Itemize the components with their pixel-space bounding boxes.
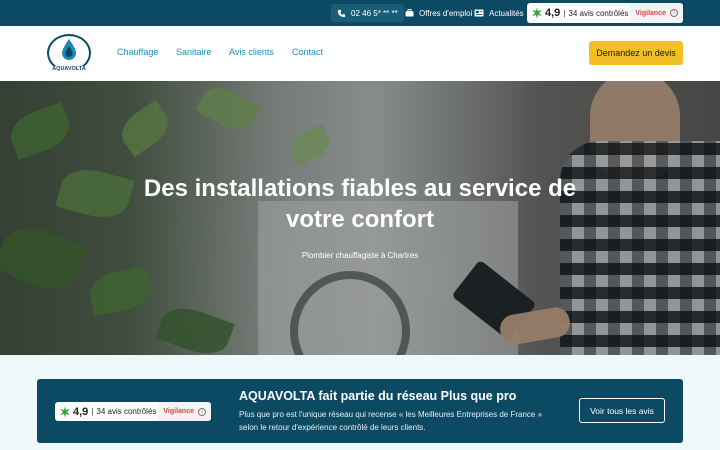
- banner-rating-score: 4,9: [73, 405, 89, 418]
- drop-icon: [62, 39, 76, 60]
- logo-text: AQUAVOLTA: [45, 66, 93, 72]
- site-header: AQUAVOLTA Chauffage Sanitaire Avis clien…: [0, 26, 720, 81]
- vigilance-label: Vigilance: [635, 9, 666, 17]
- phone-link[interactable]: 02 46 5* ** **: [331, 4, 404, 22]
- phone-number: 02 46 5* ** **: [351, 8, 398, 18]
- vigilance-tag: Vigilance i: [630, 3, 683, 23]
- hero-section: Des installations fiables au service de …: [0, 81, 720, 355]
- hero-title: Des installations fiables au service de …: [110, 173, 610, 235]
- banner-vigilance-label: Vigilance: [163, 408, 194, 415]
- network-title: AQUAVOLTA fait partie du réseau Plus que…: [239, 389, 517, 403]
- banner-rating-count: 34 avis contrôlés: [96, 407, 157, 416]
- briefcase-icon: [405, 9, 414, 17]
- info-icon: i: [198, 407, 206, 416]
- nav-item-avis-clients[interactable]: Avis clients: [229, 47, 274, 57]
- jobs-link[interactable]: Offres d'emploi: [405, 4, 472, 22]
- rating-score: 4,9: [545, 7, 561, 19]
- banner-rating-separator: |: [91, 407, 94, 416]
- rating-widget[interactable]: 4,9 | 34 avis contrôlés Vigilance i: [527, 3, 683, 23]
- news-label: Actualités: [489, 8, 524, 18]
- rating-separator: |: [563, 8, 566, 18]
- info-icon: i: [670, 9, 678, 17]
- see-reviews-button[interactable]: Voir tous les avis: [579, 398, 665, 423]
- newspaper-icon: [474, 9, 484, 17]
- hero-title-line1: Des installations fiables au service de: [143, 175, 577, 202]
- top-bar: 02 46 5* ** ** Offres d'emploi Actualité…: [0, 0, 720, 26]
- network-banner: 4,9 | 34 avis contrôlés Vigilance i AQUA…: [37, 379, 683, 443]
- news-link[interactable]: Actualités: [474, 4, 524, 22]
- leaf-icon: [532, 7, 542, 19]
- banner-rating-widget[interactable]: 4,9 | 34 avis contrôlés Vigilance i: [55, 402, 211, 421]
- quote-button[interactable]: Demandez un devis: [589, 41, 683, 65]
- hero-title-line2: votre confort: [285, 206, 434, 233]
- logo[interactable]: AQUAVOLTA: [45, 34, 93, 74]
- rating-count: 34 avis contrôlés: [568, 8, 629, 18]
- network-description: Plus que pro est l'unique réseau qui rec…: [239, 410, 543, 432]
- jobs-label: Offres d'emploi: [419, 8, 473, 18]
- nav-item-sanitaire[interactable]: Sanitaire: [176, 47, 212, 57]
- leaf-icon: [60, 406, 70, 417]
- hero-subtitle: Plombier chauffagiste à Chartres: [301, 251, 419, 260]
- banner-vigilance-tag: Vigilance i: [158, 402, 211, 421]
- phone-icon: [337, 9, 346, 17]
- nav-item-contact[interactable]: Contact: [292, 47, 323, 57]
- nav-item-chauffage[interactable]: Chauffage: [117, 47, 158, 57]
